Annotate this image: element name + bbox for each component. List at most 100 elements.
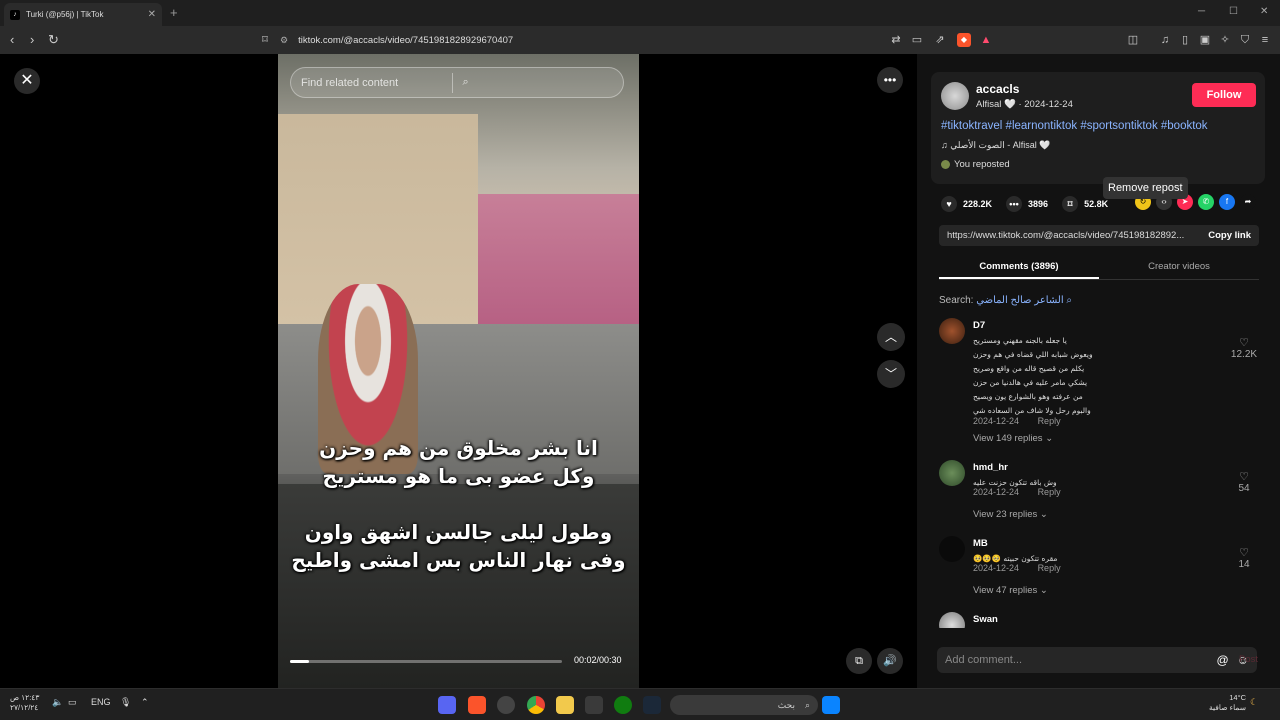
share-arrow-icon[interactable]: ➦	[1240, 194, 1256, 210]
clock[interactable]: ١٢:٤٣ ص ٢٧/١٢/٢٤	[10, 693, 39, 713]
view-replies-button[interactable]: View 47 replies ⌄	[973, 585, 1048, 596]
microphone-icon[interactable]: 🎙	[120, 697, 131, 708]
search-icon[interactable]: ⌕	[463, 76, 614, 89]
weather-widget[interactable]: 14°C سماء صافية	[1202, 693, 1246, 713]
comment-button[interactable]: ••• 3896	[1006, 196, 1048, 212]
video-player[interactable]: Find related content ⌕ انا بشر مخلوق من …	[278, 54, 639, 688]
close-video-button[interactable]: ✕	[14, 68, 40, 94]
vpn-icon[interactable]: ⛉	[1238, 33, 1252, 47]
save-button[interactable]: ⌑ 52.8K	[1062, 196, 1108, 212]
reload-icon[interactable]: ↻	[48, 32, 59, 48]
commenter-avatar[interactable]	[939, 536, 965, 562]
comment-like-button[interactable]: ♡ 54	[1229, 470, 1259, 494]
post-comment-button[interactable]: Post	[1239, 654, 1258, 665]
repost-label: You reposted	[954, 159, 1010, 170]
comment-search-suggestion[interactable]: Search: الشاعر صالح الماضي ⌕	[939, 295, 1072, 306]
whatsapp-icon[interactable]: ✆	[1198, 194, 1214, 210]
commenter-avatar[interactable]	[939, 318, 965, 344]
network-icon[interactable]: ▭	[68, 697, 77, 708]
obs-icon[interactable]	[497, 696, 515, 714]
xbox-icon[interactable]	[614, 696, 632, 714]
windows-start-icon[interactable]	[822, 696, 840, 714]
comment-like-button[interactable]: ♡ 12.2K	[1229, 336, 1259, 360]
subtitle-block-1: انا بشر مخلوق من هم وحزن وكل عضو بى ما ه…	[278, 434, 639, 490]
hashtags[interactable]: #tiktoktravel #learnontiktok #sportsonti…	[941, 120, 1208, 132]
tiktok-video-page: ✕ Find related content ⌕ انا بشر مخلوق م…	[0, 54, 1280, 688]
heart-outline-icon: ♡	[1239, 471, 1249, 483]
panel-tabs: Comments (3896) Creator videos	[939, 254, 1259, 280]
volume-icon[interactable]: 🔊	[877, 648, 903, 674]
language-indicator[interactable]: ENG	[91, 697, 111, 707]
previous-video-button[interactable]: ︿	[877, 323, 905, 351]
tab-creator-videos[interactable]: Creator videos	[1099, 254, 1259, 279]
author-username[interactable]: accacls	[976, 82, 1019, 96]
picture-in-picture-icon[interactable]: ⧉	[846, 648, 872, 674]
tray-overflow-icon[interactable]: ⌃	[141, 697, 149, 708]
media-icon[interactable]: ♫	[1158, 33, 1172, 47]
video-progress-fill	[290, 660, 310, 663]
commenter-username[interactable]: D7	[973, 320, 985, 331]
menu-icon[interactable]: ≡	[1258, 33, 1272, 47]
view-replies-button[interactable]: View 23 replies ⌄	[973, 509, 1048, 520]
commenter-username[interactable]: hmd_hr	[973, 462, 1008, 473]
facebook-icon[interactable]: f	[1219, 194, 1235, 210]
tiktok-favicon-icon: ♪	[10, 9, 20, 20]
next-video-button[interactable]: ﹀	[877, 360, 905, 388]
commenter-username[interactable]: Swan	[973, 614, 998, 625]
store-icon[interactable]	[585, 696, 603, 714]
reply-button[interactable]: Reply	[1038, 563, 1061, 573]
more-options-button[interactable]: •••	[877, 67, 903, 93]
back-icon[interactable]: ‹	[10, 32, 14, 47]
brave-shields-icon[interactable]: ◆	[957, 33, 971, 47]
screenshot-icon[interactable]: ◫	[1126, 33, 1140, 47]
follow-button[interactable]: Follow	[1192, 83, 1256, 107]
sidebar-icon[interactable]: ▯	[1178, 33, 1192, 47]
bookmark-icon[interactable]: ⌑	[258, 33, 272, 47]
video-progress-bar[interactable]	[290, 660, 562, 663]
tab-comments[interactable]: Comments (3896)	[939, 254, 1099, 279]
brave-rewards-icon[interactable]: ▲	[979, 33, 993, 47]
new-tab-icon[interactable]: +	[170, 5, 178, 20]
remove-repost-tooltip: Remove repost	[1103, 177, 1188, 199]
translate-icon[interactable]: ⇄	[889, 33, 903, 47]
related-search-input[interactable]: Find related content ⌕	[290, 67, 624, 98]
sound-name: الصوت الأصلي - Alfisal 🤍	[950, 140, 1051, 150]
repost-status: You reposted	[941, 159, 1010, 170]
comment-input[interactable]: Add comment... @ ☺	[937, 647, 1257, 673]
like-button[interactable]: ♥ 228.2K	[941, 196, 992, 212]
view-replies-button[interactable]: View 149 replies ⌄	[973, 433, 1053, 444]
commenter-username[interactable]: MB	[973, 538, 988, 549]
like-count: 228.2K	[963, 199, 993, 209]
forward-icon[interactable]: ›	[30, 32, 34, 47]
reply-button[interactable]: Reply	[1038, 416, 1061, 426]
leo-ai-icon[interactable]: ✧	[1218, 33, 1232, 47]
tab-close-icon[interactable]: ✕	[148, 9, 156, 20]
taskbar-search[interactable]: بحث ⌕	[670, 695, 818, 715]
wallet-icon[interactable]: ▣	[1198, 33, 1212, 47]
file-explorer-icon[interactable]	[556, 696, 574, 714]
site-info-icon[interactable]: ⚙	[280, 35, 288, 46]
steam-icon[interactable]	[643, 696, 661, 714]
maximize-icon[interactable]: ☐	[1229, 6, 1238, 17]
window-close-icon[interactable]: ✕	[1260, 6, 1268, 17]
commenter-avatar[interactable]	[939, 460, 965, 486]
sound-link[interactable]: ♫ الصوت الأصلي - Alfisal 🤍	[941, 140, 1050, 151]
minimize-icon[interactable]: ─	[1198, 6, 1205, 17]
mention-icon[interactable]: @	[1217, 653, 1229, 667]
temperature: 14°C	[1229, 693, 1246, 702]
copy-link-button[interactable]: Copy link	[1208, 230, 1251, 241]
copy-link-box: https://www.tiktok.com/@accacls/video/74…	[939, 225, 1259, 246]
commenter-avatar[interactable]	[939, 612, 965, 628]
browser-tab[interactable]: ♪ Turki (@p56j) | TikTok ✕	[4, 3, 162, 26]
discord-icon[interactable]	[438, 696, 456, 714]
share-page-icon[interactable]: ⇗	[933, 33, 947, 47]
volume-tray-icon[interactable]: 🔈	[52, 697, 63, 708]
brave-icon[interactable]	[468, 696, 486, 714]
view-replies-label: View 149 replies	[973, 433, 1043, 444]
author-avatar[interactable]	[941, 82, 969, 110]
comment-like-button[interactable]: ♡ 14	[1229, 546, 1259, 570]
cast-icon[interactable]: ▭	[910, 33, 924, 47]
chrome-icon[interactable]	[527, 696, 545, 714]
comment-like-count: 14	[1238, 559, 1250, 570]
reply-button[interactable]: Reply	[1038, 487, 1061, 497]
